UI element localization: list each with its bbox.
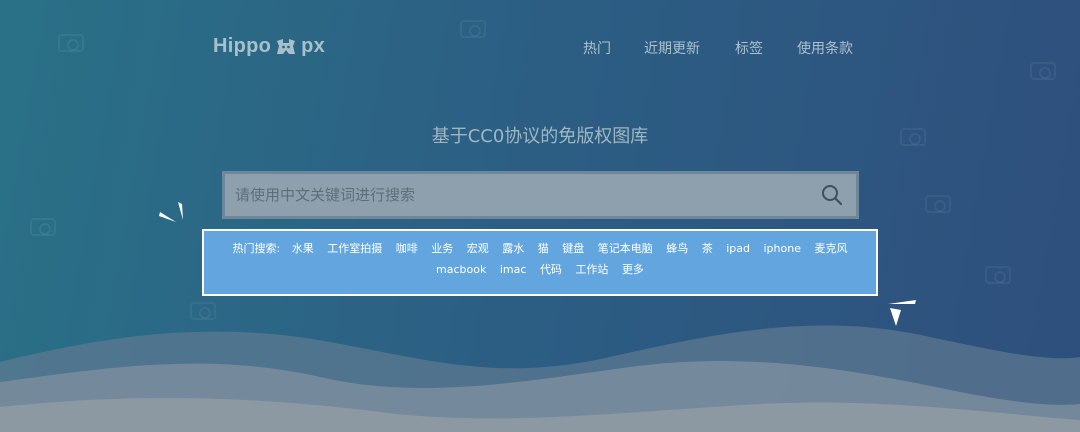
hot-search-label: 热门搜索: (232, 242, 281, 255)
hero-title: 基于CC0协议的免版权图库 (431, 126, 649, 147)
hot-keyword[interactable]: 蜂鸟 (666, 238, 688, 259)
wave-decoration (0, 325, 1080, 432)
hot-keyword[interactable]: 宏观 (467, 238, 489, 259)
nav-popular[interactable]: 热门 (583, 38, 611, 58)
hot-keyword[interactable]: 笔记本电脑 (598, 238, 653, 259)
hot-keyword[interactable]: iphone (764, 238, 801, 259)
search-button[interactable] (808, 174, 856, 216)
nav-tags[interactable]: 标签 (735, 38, 763, 58)
camera-pattern-icon (58, 34, 84, 52)
logo-text-px: px (301, 35, 326, 57)
main-nav: 热门 近期更新 标签 使用条款 (583, 38, 853, 58)
site-logo[interactable]: Hippo px (213, 35, 325, 58)
hot-keyword[interactable]: 咖啡 (396, 238, 418, 259)
hot-keyword[interactable]: 工作室拍摄 (327, 238, 382, 259)
hot-keyword[interactable]: macbook (436, 259, 486, 280)
hot-search-panel: 热门搜索: 水果 工作室拍摄 咖啡 业务 宏观 露水 猫 键盘 笔记本电脑 蜂鸟… (202, 229, 878, 296)
hot-keyword[interactable]: 代码 (540, 259, 562, 280)
logo-text-hippo: Hippo (213, 35, 272, 57)
hot-keyword[interactable]: 茶 (702, 238, 713, 259)
camera-pattern-icon (985, 266, 1011, 284)
hot-keyword[interactable]: imac (500, 259, 527, 280)
camera-pattern-icon (30, 218, 56, 236)
hot-keyword[interactable]: 业务 (431, 238, 453, 259)
hot-keyword[interactable]: 麦克风 (814, 238, 847, 259)
search-icon (822, 185, 843, 206)
hot-keyword[interactable]: 键盘 (562, 238, 584, 259)
hot-keyword[interactable]: 水果 (292, 238, 314, 259)
search-bar (222, 171, 859, 219)
hot-keyword[interactable]: 猫 (538, 238, 549, 259)
search-input[interactable] (225, 174, 808, 216)
hot-keyword[interactable]: 工作站 (575, 259, 608, 280)
hot-keyword[interactable]: 露水 (502, 238, 524, 259)
hot-keyword[interactable]: ipad (726, 238, 750, 259)
sparkle-left-icon (159, 202, 183, 222)
camera-pattern-icon (925, 195, 951, 213)
camera-pattern-icon (1030, 62, 1056, 80)
nav-recent-updates[interactable]: 近期更新 (644, 38, 700, 58)
more-keywords-link[interactable]: 更多 (622, 259, 644, 280)
nav-terms-of-use[interactable]: 使用条款 (797, 38, 853, 58)
hippo-logo-icon (277, 38, 296, 54)
camera-pattern-icon (460, 20, 486, 38)
